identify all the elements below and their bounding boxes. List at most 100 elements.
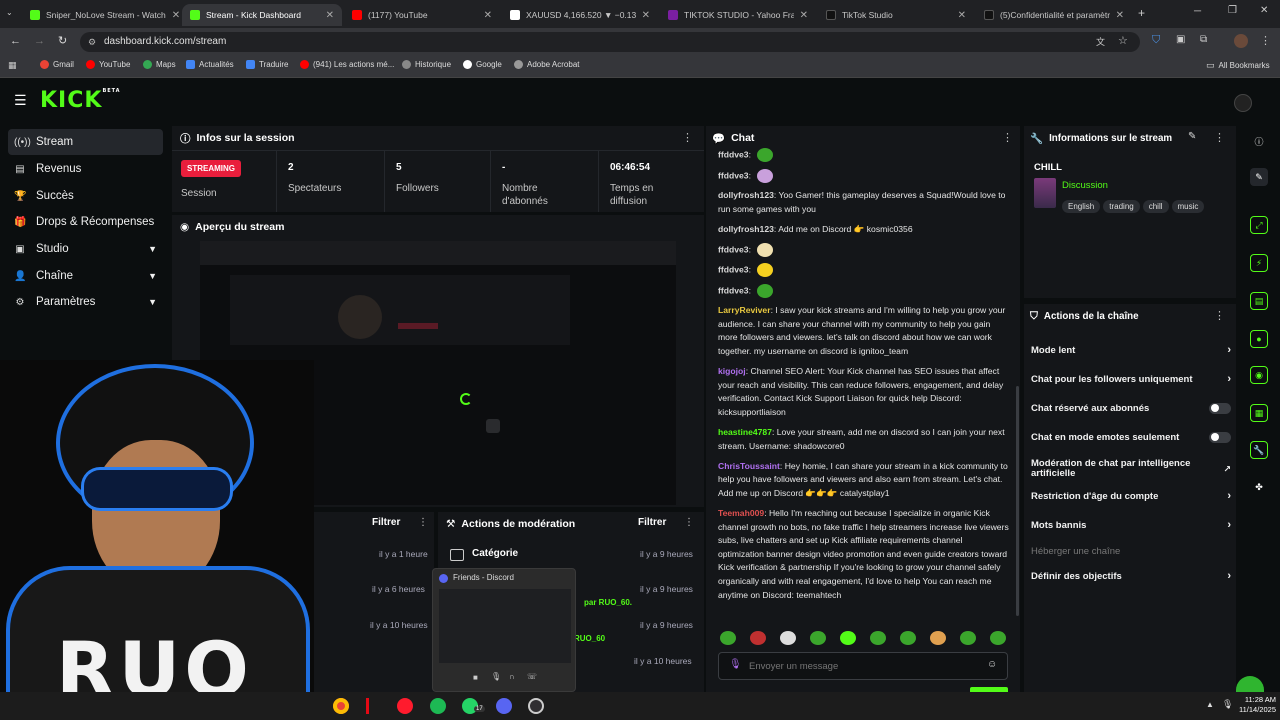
chat-username[interactable]: dollyfrosh123 (718, 190, 774, 200)
chat-message-input[interactable] (749, 657, 979, 675)
chat-bubble-icon[interactable]: ● (1250, 330, 1268, 348)
bookmark-google[interactable]: Google (463, 60, 502, 69)
bookmark-youtube[interactable]: YouTube (86, 60, 130, 69)
reload-icon[interactable]: ↻ (58, 34, 67, 47)
bookmark-youtube-actions[interactable]: (941) Les actions mé... (300, 60, 394, 69)
bookmark-adobe-acrobat[interactable]: Adobe Acrobat (514, 60, 579, 69)
close-window-icon[interactable]: ✕ (1260, 5, 1268, 16)
browser-tab[interactable]: (5)Confidentialité et paramètre ✕ (976, 4, 1132, 26)
apps-icon[interactable]: ✤ (1250, 478, 1268, 496)
layout-icon[interactable]: ▦ (1250, 404, 1268, 422)
info-icon[interactable]: ⓘ (1250, 132, 1268, 150)
help-bubble-icon[interactable] (1236, 676, 1264, 692)
bookmark-maps[interactable]: Maps (143, 60, 176, 69)
chrome-icon[interactable] (333, 698, 349, 714)
site-info-icon[interactable]: ⚙ (88, 32, 96, 52)
action-slow-mode[interactable]: Mode lent › (1031, 340, 1231, 360)
chat-message-list[interactable]: ffddve3: ffddve3: dollyfrosh123: Yoo Gam… (718, 148, 1010, 618)
bolt-icon[interactable]: ⚡ (1250, 254, 1268, 272)
emote-icon[interactable] (960, 631, 976, 645)
chat-username[interactable]: dollyfrosh123 (718, 224, 774, 234)
microphone-icon[interactable]: 🎙 (1222, 699, 1233, 710)
action-ai-moderation[interactable]: Modération de chat par intelligence arti… (1031, 456, 1231, 482)
headphones-icon[interactable]: ∩ (509, 672, 515, 681)
opera-icon[interactable] (397, 698, 413, 714)
spotify-icon[interactable] (430, 698, 446, 714)
new-tab-icon[interactable]: + (1138, 6, 1145, 20)
hangup-icon[interactable]: ☏ (527, 672, 537, 681)
minimize-icon[interactable]: ─ (1194, 6, 1201, 17)
obs-icon[interactable] (528, 698, 544, 714)
emoji-picker-icon[interactable]: ☺ (987, 659, 997, 670)
browser-tab[interactable]: (1177) YouTube ✕ (344, 4, 500, 26)
bookmark-actualites[interactable]: Actualités (186, 60, 234, 69)
chat-scrollbar[interactable] (1016, 386, 1019, 616)
emotes-only-toggle[interactable] (1209, 431, 1231, 443)
wrench-icon[interactable]: 🔧 (1250, 441, 1268, 459)
close-tab-icon[interactable]: ✕ (172, 10, 180, 21)
all-bookmarks[interactable]: ▭ All Bookmarks (1206, 60, 1270, 71)
filter-button[interactable]: Filtrer (372, 517, 400, 528)
chat-username[interactable]: Teemah009 (718, 508, 764, 518)
panel-menu-icon[interactable]: ⋮ (684, 517, 694, 528)
discord-icon[interactable] (496, 698, 512, 714)
emote-icon[interactable] (930, 631, 946, 645)
edit-pencil-icon[interactable]: ✎ (1250, 168, 1268, 186)
chat-username[interactable]: ffddve3 (718, 285, 749, 295)
chat-username[interactable]: kigojoj (718, 366, 746, 376)
chat-username[interactable]: heastine4787 (718, 427, 772, 437)
emote-icon[interactable] (720, 631, 736, 645)
show-hidden-icons[interactable]: ▲ (1206, 700, 1214, 709)
sidebar-item-chaine[interactable]: 👤 Chaîne ▼ (8, 263, 163, 289)
chat-username[interactable]: ChrisToussaint (718, 461, 780, 471)
close-tab-icon[interactable]: ✕ (484, 10, 492, 21)
kick-logo[interactable]: KICKBETA (40, 88, 121, 113)
chat-username[interactable]: ffddve3 (718, 170, 749, 180)
translate-icon[interactable]: 文 (1096, 35, 1105, 48)
sidebar-item-stream[interactable]: ((•)) Stream (8, 129, 163, 155)
sidebar-item-studio[interactable]: ▣ Studio ▼ (8, 236, 163, 262)
profile-avatar-icon[interactable] (1234, 34, 1248, 48)
document-icon[interactable]: ▤ (1250, 292, 1268, 310)
chat-username[interactable]: ffddve3 (718, 244, 749, 254)
apps-grid-icon[interactable]: ▦ (8, 60, 17, 71)
address-input[interactable]: ⚙ dashboard.kick.com/stream (80, 32, 1140, 52)
browser-tab[interactable]: XAUUSD 4,166.520 ▼ −0.13% A ✕ (502, 4, 658, 26)
browser-tab[interactable]: TikTok Studio ✕ (818, 4, 974, 26)
action-followers-only[interactable]: Chat pour les followers uniquement › (1031, 369, 1231, 389)
forward-icon[interactable]: → (34, 35, 45, 47)
user-avatar[interactable] (1234, 94, 1252, 112)
close-tab-icon[interactable]: ✕ (958, 10, 966, 21)
panel-menu-icon[interactable]: ⋮ (1214, 131, 1225, 144)
filter-button[interactable]: Filtrer (638, 517, 666, 528)
discord-preview-popup[interactable]: Friends - Discord ■ 🎙 ∩ ☏ (432, 568, 576, 692)
browser-tab[interactable]: TIKTOK STUDIO - Yahoo France ✕ (660, 4, 816, 26)
hamburger-menu-icon[interactable]: ☰ (14, 92, 27, 109)
sidebar-item-revenus[interactable]: ▤ Revenus (8, 156, 163, 182)
back-icon[interactable]: ← (10, 35, 21, 47)
category-name[interactable]: Discussion (1062, 180, 1108, 191)
close-tab-icon[interactable]: ✕ (1116, 10, 1124, 21)
emote-icon[interactable] (810, 631, 826, 645)
panel-menu-icon[interactable]: ⋮ (418, 517, 428, 528)
edit-pencil-icon[interactable]: ✎ (1188, 131, 1196, 142)
camera-icon[interactable]: ■ (473, 673, 478, 682)
emote-icon[interactable] (750, 631, 766, 645)
microphone-icon[interactable]: 🎙 (729, 659, 742, 670)
sidebar-item-succes[interactable]: 🏆 Succès (8, 183, 163, 209)
sidebar-item-parametres[interactable]: ⚙ Paramètres ▼ (8, 289, 163, 315)
expand-icon[interactable]: ⤢ (1250, 216, 1268, 234)
panel-menu-icon[interactable]: ⋮ (1214, 309, 1225, 322)
panel-menu-icon[interactable]: ⋮ (682, 131, 693, 144)
close-tab-icon[interactable]: ✕ (326, 10, 334, 21)
bookmark-star-icon[interactable]: ☆ (1118, 34, 1128, 47)
emote-icon[interactable] (990, 631, 1006, 645)
bookmark-historique[interactable]: Historique (402, 60, 451, 69)
extension-shield-icon[interactable]: ⛉ (1152, 34, 1160, 47)
action-set-goals[interactable]: Définir des objectifs › (1031, 566, 1231, 586)
emote-icon[interactable] (870, 631, 886, 645)
chat-username[interactable]: ffddve3 (718, 265, 749, 275)
chat-username[interactable]: LarryReviver (718, 305, 771, 315)
chat-username[interactable]: ffddve3 (718, 149, 749, 159)
browser-menu-icon[interactable]: ⋮ (1260, 34, 1271, 47)
